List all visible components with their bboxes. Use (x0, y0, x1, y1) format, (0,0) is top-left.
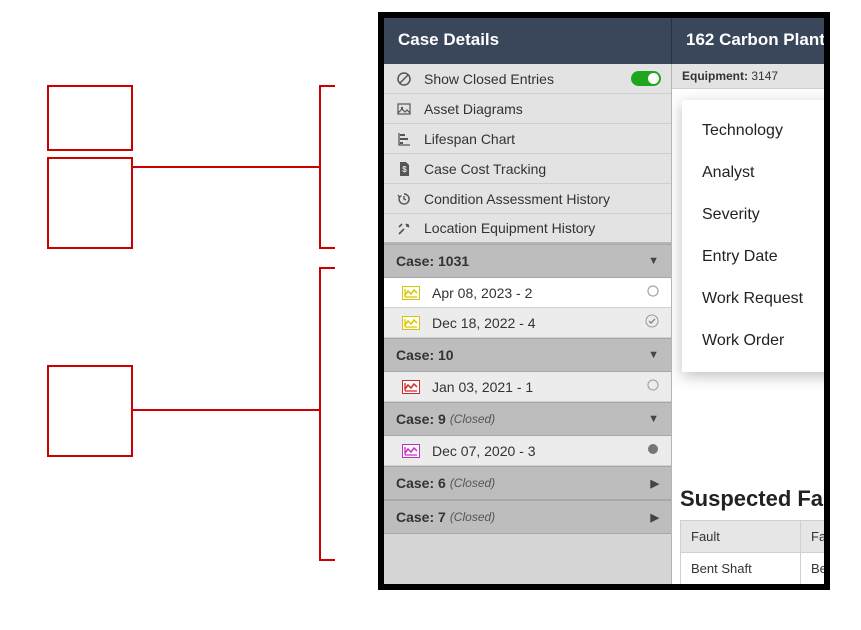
fault-table-header: Fault Fault (680, 520, 824, 553)
option-label: Case Cost Tracking (424, 161, 546, 177)
tools-icon (394, 219, 414, 236)
case-title: Case: 9 (396, 411, 446, 427)
case-title: Case: 6 (396, 475, 446, 491)
fault-cell: Be (801, 553, 824, 584)
chevron-down-icon: ▼ (648, 255, 659, 267)
case-header[interactable]: Case: 6 (Closed) ▶ (384, 466, 671, 500)
option-label: Condition Assessment History (424, 191, 610, 207)
case-header[interactable]: Case: 10 ▼ (384, 338, 671, 372)
option-location-history[interactable]: Location Equipment History (384, 214, 671, 244)
case-closed-label: (Closed) (450, 476, 495, 490)
dropdown-item-technology[interactable]: Technology (682, 110, 824, 152)
image-icon (394, 100, 414, 117)
case-entry[interactable]: Dec 07, 2020 - 3 (384, 436, 671, 466)
case-details-title: Case Details (384, 18, 672, 64)
option-condition-history[interactable]: Condition Assessment History (384, 184, 671, 214)
doc-dollar-icon: $ (394, 160, 414, 177)
dropdown-item-work-request[interactable]: Work Request (682, 278, 824, 320)
prohibit-icon (394, 70, 414, 87)
entry-status-icon (647, 443, 659, 458)
toggle-show-closed[interactable] (631, 71, 661, 86)
case-entry[interactable]: Dec 18, 2022 - 4 (384, 308, 671, 338)
chart-icon (402, 380, 420, 394)
entry-label: Dec 07, 2020 - 3 (432, 443, 536, 459)
suspected-faults-title: Suspected Faults (680, 486, 824, 512)
entry-label: Jan 03, 2021 - 1 (432, 379, 533, 395)
fault-cell: Bent Shaft (681, 553, 801, 584)
fault-table-row[interactable]: Bent Shaft Be (680, 553, 824, 584)
case-header[interactable]: Case: 1031 ▼ (384, 244, 671, 278)
header-bar: Case Details 162 Carbon Plant (384, 18, 824, 64)
fault-col-2[interactable]: Fault (801, 521, 824, 552)
chevron-right-icon: ▶ (651, 511, 659, 524)
dropdown-item-entry-date[interactable]: Entry Date (682, 236, 824, 278)
entry-label: Apr 08, 2023 - 2 (432, 285, 532, 301)
app-window: Case Details 162 Carbon Plant Show Close… (378, 12, 830, 590)
equipment-bar: Equipment: 3147 (672, 64, 824, 89)
entry-status-icon (647, 379, 659, 394)
chart-icon (402, 286, 420, 300)
option-lifespan-chart[interactable]: Lifespan Chart (384, 124, 671, 154)
location-title: 162 Carbon Plant (672, 18, 824, 64)
entry-status-icon (647, 285, 659, 300)
annotation-brackets (0, 0, 378, 600)
option-cost-tracking[interactable]: $ Case Cost Tracking (384, 154, 671, 184)
option-label: Show Closed Entries (424, 71, 554, 87)
case-header[interactable]: Case: 7 (Closed) ▶ (384, 500, 671, 534)
case-title: Case: 10 (396, 347, 454, 363)
history-icon (394, 190, 414, 207)
field-dropdown: Technology Analyst Severity Entry Date W… (682, 100, 824, 372)
case-entry[interactable]: Apr 08, 2023 - 2 (384, 278, 671, 308)
details-panel: Equipment: 3147 Technology Analyst Sever… (672, 64, 824, 584)
dropdown-item-analyst[interactable]: Analyst (682, 152, 824, 194)
dropdown-item-work-order[interactable]: Work Order (682, 320, 824, 362)
cases-list: Case: 1031 ▼ Apr 08, 2023 - 2 Dec 18, 2022 … (384, 244, 671, 534)
gantt-icon (394, 130, 414, 147)
dropdown-item-severity[interactable]: Severity (682, 194, 824, 236)
chevron-right-icon: ▶ (651, 477, 659, 490)
equipment-value: 3147 (751, 69, 778, 83)
equipment-label: Equipment: (682, 69, 748, 83)
option-asset-diagrams[interactable]: Asset Diagrams (384, 94, 671, 124)
fault-col-1[interactable]: Fault (681, 521, 801, 552)
case-closed-label: (Closed) (450, 510, 495, 524)
entry-status-icon (645, 314, 659, 331)
case-header[interactable]: Case: 9 (Closed) ▼ (384, 402, 671, 436)
case-title: Case: 1031 (396, 253, 469, 269)
option-label: Lifespan Chart (424, 131, 515, 147)
chevron-down-icon: ▼ (648, 349, 659, 361)
case-entry[interactable]: Jan 03, 2021 - 1 (384, 372, 671, 402)
chart-icon (402, 444, 420, 458)
fault-table: Fault Fault Bent Shaft Be (680, 520, 824, 584)
entry-label: Dec 18, 2022 - 4 (432, 315, 536, 331)
option-show-closed[interactable]: Show Closed Entries (384, 64, 671, 94)
case-closed-label: (Closed) (450, 412, 495, 426)
svg-text:$: $ (402, 165, 407, 174)
option-label: Location Equipment History (424, 220, 595, 236)
case-title: Case: 7 (396, 509, 446, 525)
case-details-panel: Show Closed Entries Asset Diagrams Lifes… (384, 64, 672, 584)
option-label: Asset Diagrams (424, 101, 523, 117)
chart-icon (402, 316, 420, 330)
chevron-down-icon: ▼ (648, 413, 659, 425)
